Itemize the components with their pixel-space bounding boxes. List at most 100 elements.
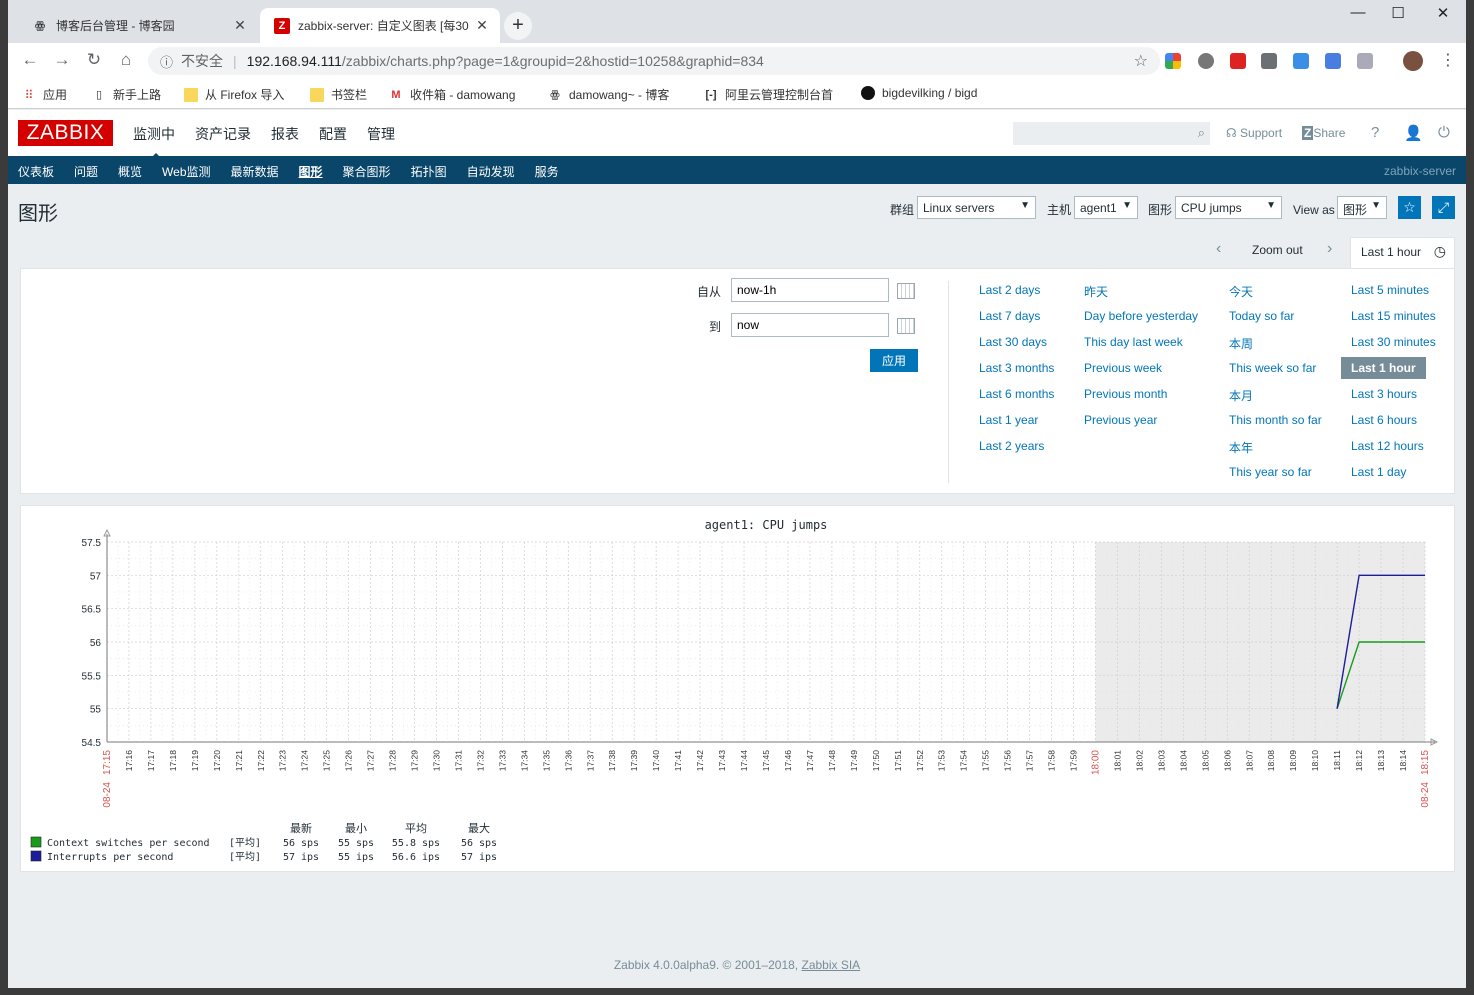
to-input[interactable] (731, 313, 889, 337)
quick-range-link[interactable]: 昨天 (1084, 283, 1108, 300)
global-search-input[interactable]: ⌕ (1013, 122, 1210, 145)
fullscreen-button[interactable]: ⤢ (1432, 196, 1455, 219)
quick-range-link[interactable]: Previous year (1084, 413, 1157, 427)
forward-icon[interactable]: → (50, 50, 74, 72)
bookmark-item[interactable]: bigdevilking / bigd (861, 86, 977, 100)
quick-range-link[interactable]: Last 3 months (979, 361, 1054, 375)
back-icon[interactable]: ← (18, 50, 42, 72)
quick-range-link[interactable]: Previous week (1084, 361, 1162, 375)
close-tab-icon[interactable]: ✕ (232, 17, 248, 34)
bookmark-item[interactable]: ▯ 新手上路 (92, 86, 161, 103)
quick-range-link[interactable]: Last 6 months (979, 387, 1054, 401)
add-to-favorites-button[interactable]: ☆ (1398, 196, 1421, 219)
quick-range-link[interactable]: This day last week (1084, 335, 1183, 349)
quick-range-link[interactable]: Previous month (1084, 387, 1167, 401)
subnav-problems[interactable]: 问题 (74, 163, 98, 180)
quick-range-link[interactable]: Last 7 days (979, 309, 1040, 323)
user-profile-icon[interactable]: 👤 (1404, 124, 1423, 142)
calendar-icon[interactable] (897, 318, 915, 334)
menu-inventory[interactable]: 资产记录 (195, 124, 251, 144)
zabbix-logo[interactable]: ZABBIX (18, 120, 113, 146)
time-forward-icon[interactable]: › (1327, 240, 1332, 258)
from-input[interactable] (731, 278, 889, 302)
zoom-out-button[interactable]: Zoom out (1252, 243, 1303, 257)
calendar-icon[interactable] (897, 283, 915, 299)
close-window-icon[interactable]: ✕ (1423, 4, 1463, 22)
quick-range-link[interactable]: Last 15 minutes (1351, 309, 1436, 323)
time-period-tab[interactable]: Last 1 hour ◷ (1350, 237, 1455, 269)
subnav-discovery[interactable]: 自动发现 (467, 163, 515, 180)
info-icon[interactable]: ⓘ (160, 52, 173, 71)
quick-range-link[interactable]: Day before yesterday (1084, 309, 1198, 323)
bookmark-apps[interactable]: ⠿ 应用 (22, 86, 67, 103)
group-select[interactable]: Linux servers ▼ (917, 196, 1036, 219)
maximize-icon[interactable]: ☐ (1378, 4, 1418, 22)
quick-range-link[interactable]: Last 1 year (979, 413, 1038, 427)
help-icon[interactable]: ? (1371, 124, 1379, 141)
extension-icon[interactable] (1198, 53, 1214, 69)
extension-icon[interactable] (1230, 53, 1246, 69)
sign-out-icon[interactable]: ⏻ (1438, 124, 1450, 141)
browser-tab-zabbix[interactable]: Z zabbix-server: 自定义图表 [每30 ✕ (260, 8, 500, 43)
menu-monitoring[interactable]: 监测中 (133, 124, 175, 160)
translate-icon[interactable] (1325, 53, 1341, 69)
host-select[interactable]: agent1 ▼ (1074, 196, 1138, 219)
quick-range-link[interactable]: Last 5 minutes (1351, 283, 1429, 297)
quick-range-link[interactable]: 本月 (1229, 387, 1253, 404)
subnav-graphs[interactable]: 图形 (299, 163, 323, 180)
quick-range-link[interactable]: Last 2 years (979, 439, 1044, 453)
bookmark-star-icon[interactable]: ☆ (1134, 51, 1148, 71)
subnav-services[interactable]: 服务 (535, 163, 559, 180)
home-icon[interactable]: ⌂ (114, 50, 138, 72)
address-bar[interactable]: ⓘ 不安全 | 192.168.94.111/zabbix/charts.php… (148, 47, 1160, 75)
minimize-icon[interactable]: — (1338, 4, 1378, 21)
browser-menu-icon[interactable]: ⋮ (1440, 50, 1456, 70)
menu-configuration[interactable]: 配置 (319, 124, 347, 144)
subnav-web[interactable]: Web监测 (162, 163, 210, 180)
quick-range-link[interactable]: 本周 (1229, 335, 1253, 352)
bookmark-item[interactable]: M 收件箱 - damowang (389, 86, 515, 103)
profile-avatar[interactable] (1403, 51, 1423, 71)
quick-range-link[interactable]: Today so far (1229, 309, 1294, 323)
quick-range-link[interactable]: Last 3 hours (1351, 387, 1417, 401)
bookmark-item[interactable]: [-] 阿里云管理控制台首 (704, 86, 834, 103)
support-link[interactable]: ☊ Support (1226, 126, 1282, 140)
apply-button[interactable]: 应用 (870, 349, 918, 372)
home-extension-icon[interactable] (1357, 53, 1373, 69)
mail-icon[interactable] (1261, 53, 1277, 69)
time-back-icon[interactable]: ‹ (1216, 240, 1221, 258)
quick-range-link[interactable]: 今天 (1229, 283, 1253, 300)
close-tab-icon[interactable]: ✕ (474, 17, 490, 34)
bookmark-item[interactable]: 书签栏 (310, 86, 367, 103)
search-icon[interactable]: ⌕ (1198, 125, 1205, 141)
footer-link[interactable]: Zabbix SIA (801, 958, 860, 972)
subnav-dashboard[interactable]: 仪表板 (18, 163, 54, 180)
extension-icon[interactable] (1293, 53, 1309, 69)
subnav-screens[interactable]: 聚合图形 (343, 163, 391, 180)
quick-range-link[interactable]: Last 30 minutes (1351, 335, 1436, 349)
quick-range-link[interactable]: Last 1 day (1351, 465, 1406, 479)
menu-reports[interactable]: 报表 (271, 124, 299, 144)
quick-range-link[interactable]: Last 12 hours (1351, 439, 1424, 453)
reload-icon[interactable]: ↻ (82, 50, 106, 72)
bookmark-item[interactable]: 从 Firefox 导入 (184, 86, 284, 103)
quick-range-link[interactable]: Last 1 hour (1341, 357, 1426, 379)
new-tab-button[interactable]: + (504, 12, 532, 40)
bookmark-item[interactable]: ꙮ damowang~ - 博客 (548, 86, 669, 103)
view-as-select[interactable]: 图形 ▼ (1337, 196, 1387, 219)
graph-select[interactable]: CPU jumps ▼ (1175, 196, 1282, 219)
subnav-latest-data[interactable]: 最新数据 (231, 163, 279, 180)
menu-administration[interactable]: 管理 (367, 124, 395, 144)
quick-range-link[interactable]: Last 30 days (979, 335, 1047, 349)
quick-range-link[interactable]: Last 6 hours (1351, 413, 1417, 427)
extension-icon[interactable] (1165, 53, 1181, 69)
quick-range-link[interactable]: This month so far (1229, 413, 1322, 427)
quick-range-link[interactable]: Last 2 days (979, 283, 1040, 297)
subnav-overview[interactable]: 概览 (118, 163, 142, 180)
browser-tab-cnblogs[interactable]: ꙮ 博客后台管理 - 博客园 ✕ (18, 8, 258, 43)
subnav-maps[interactable]: 拓扑图 (411, 163, 447, 180)
quick-range-link[interactable]: This year so far (1229, 465, 1312, 479)
quick-range-link[interactable]: This week so far (1229, 361, 1316, 375)
quick-range-link[interactable]: 本年 (1229, 439, 1253, 456)
share-link[interactable]: Z Share (1302, 126, 1345, 140)
